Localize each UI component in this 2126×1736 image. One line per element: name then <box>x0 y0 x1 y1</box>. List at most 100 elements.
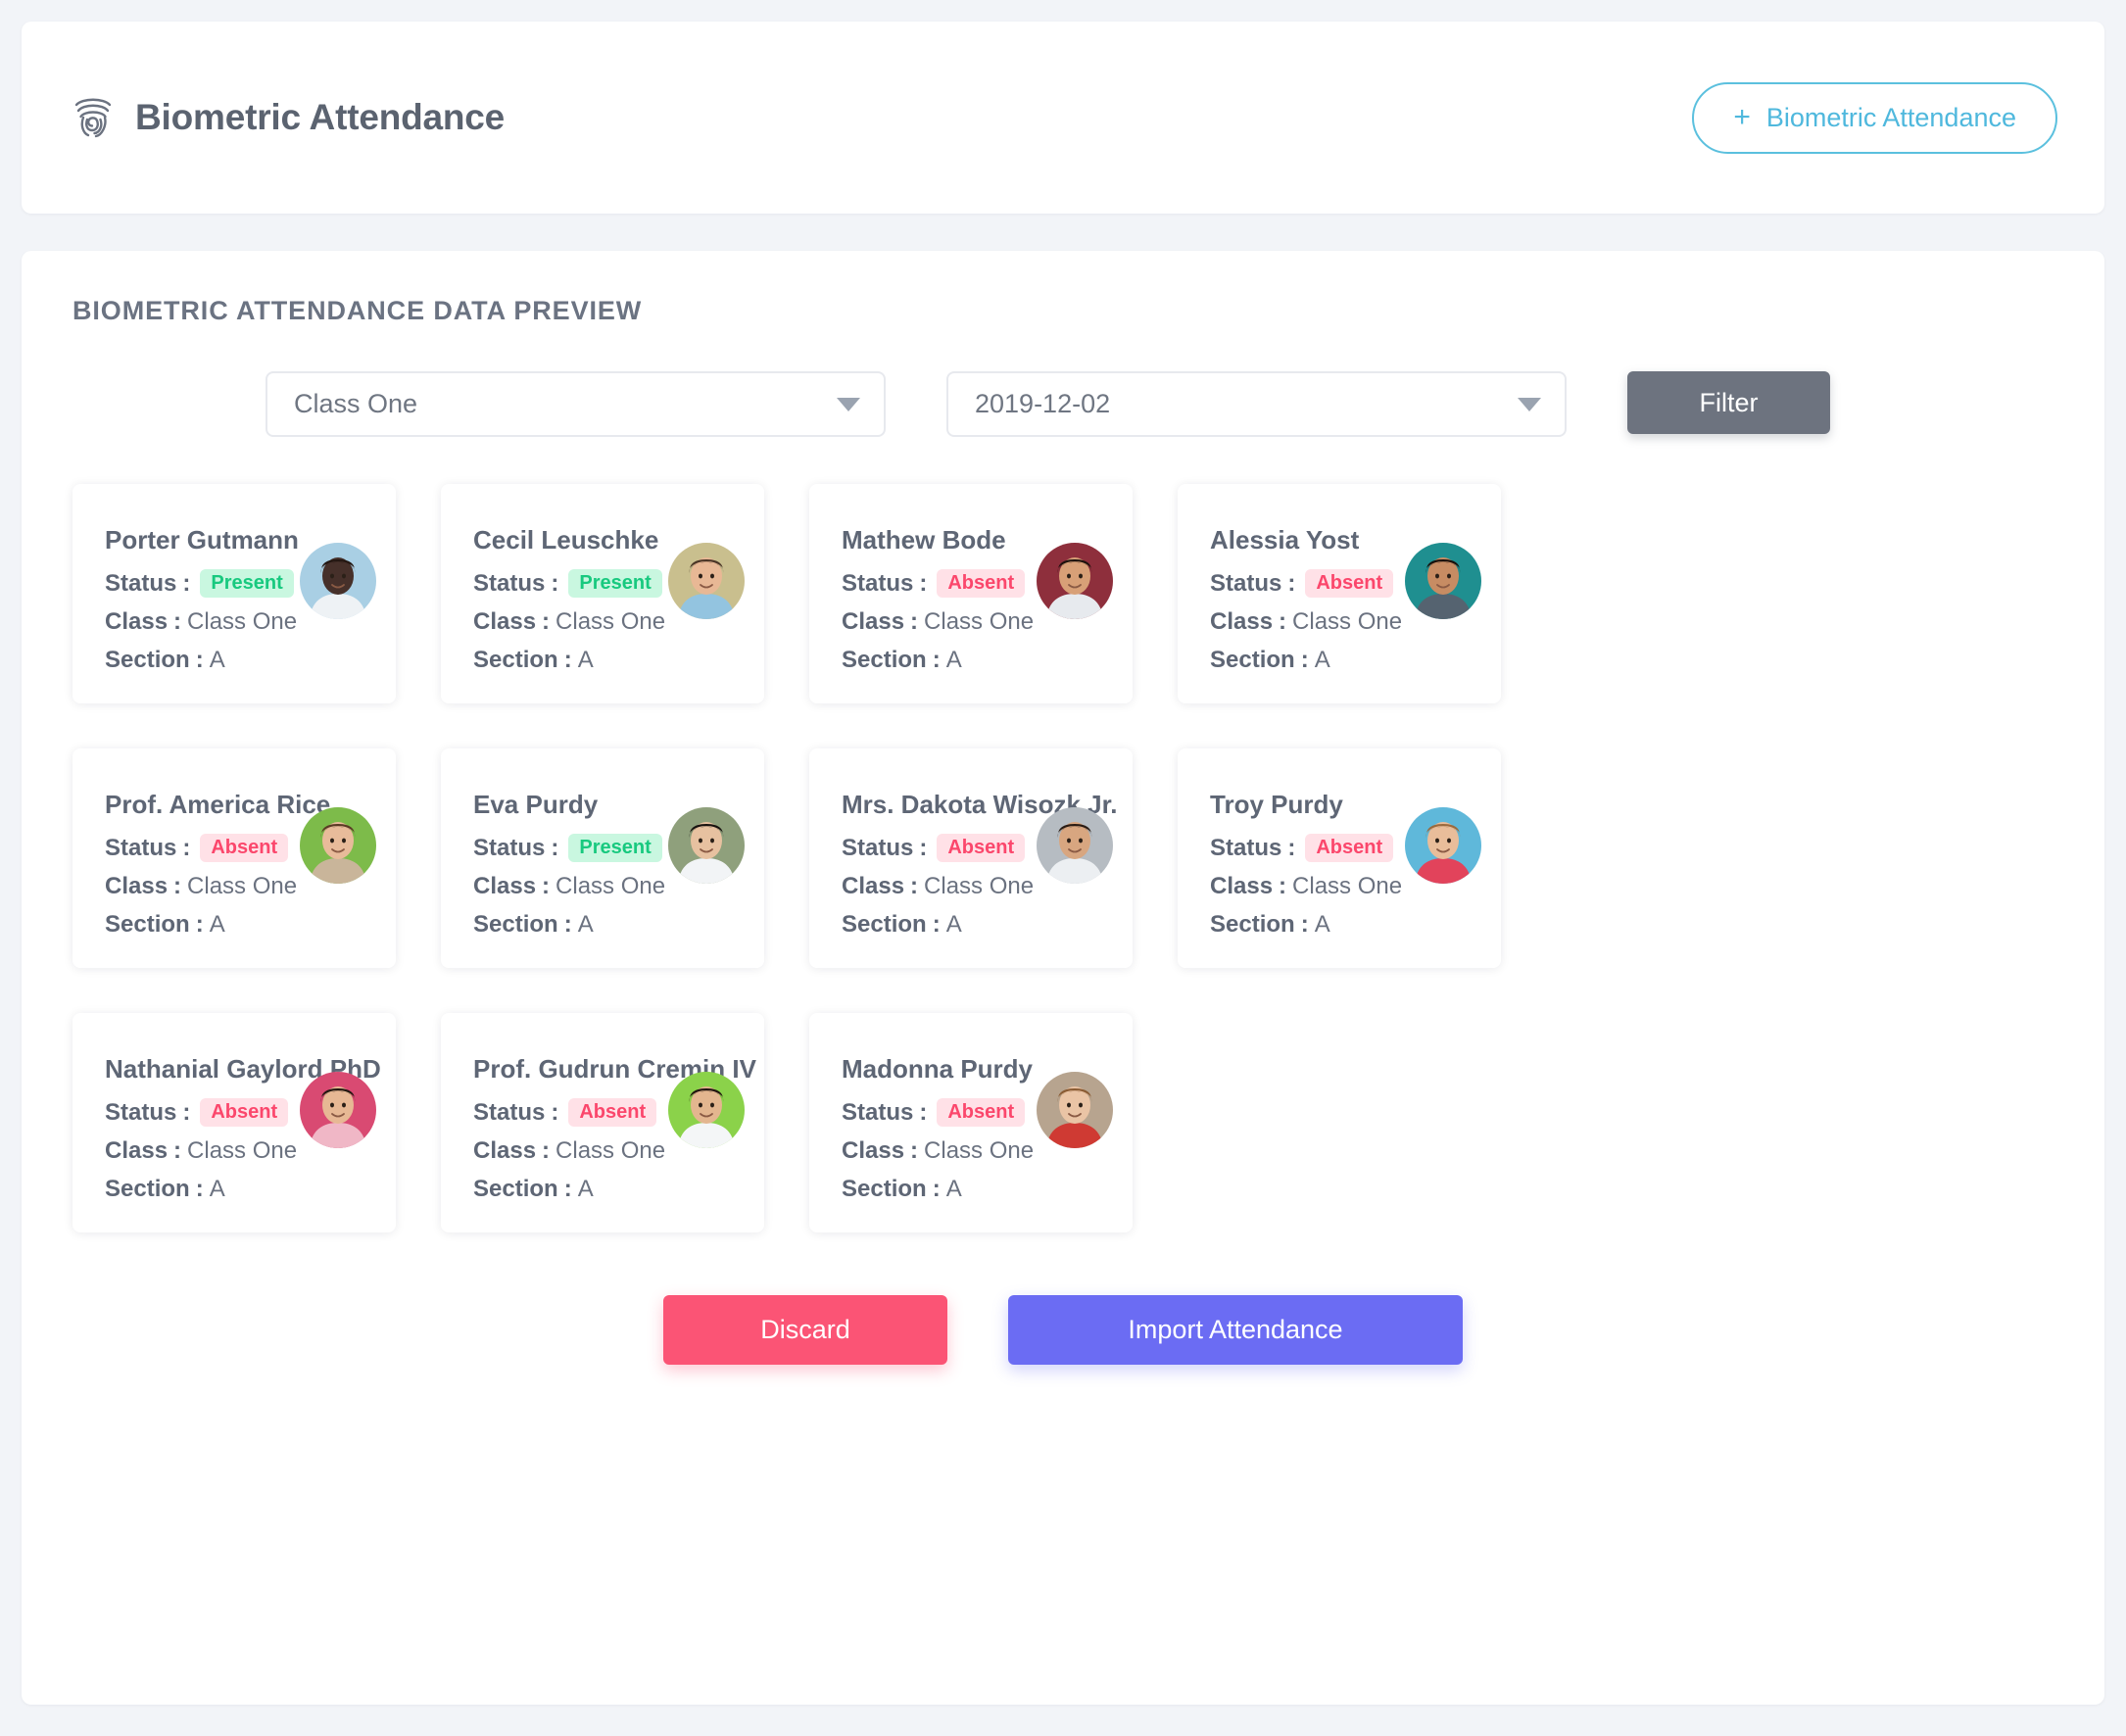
student-section-line: Section : A <box>1210 647 1475 674</box>
section-value: A <box>946 647 962 674</box>
class-value: Class One <box>187 608 297 636</box>
section-separator: : <box>564 647 572 674</box>
status-badge: Present <box>568 834 661 862</box>
status-badge: Absent <box>1305 569 1393 598</box>
class-value: Class One <box>924 1137 1034 1165</box>
section-separator: : <box>564 1176 572 1203</box>
class-value: Class One <box>1292 608 1402 636</box>
import-attendance-button[interactable]: Import Attendance <box>1008 1295 1463 1365</box>
class-value: Class One <box>556 1137 665 1165</box>
avatar <box>668 807 745 884</box>
student-section-line: Section : A <box>105 647 370 674</box>
section-separator: : <box>1301 647 1309 674</box>
student-card[interactable]: Cecil Leuschke Status : Present Class : … <box>441 484 764 703</box>
student-card[interactable]: Eva Purdy Status : Present Class : Class… <box>441 748 764 968</box>
date-select[interactable]: 2019-12-02 <box>946 371 1567 437</box>
student-section-line: Section : A <box>473 1176 739 1203</box>
page-header: Biometric Attendance + Biometric Attenda… <box>22 22 2104 214</box>
student-card[interactable]: Mathew Bode Status : Absent Class : Clas… <box>809 484 1133 703</box>
section-label: Section <box>105 647 190 674</box>
filter-row: Class One 2019-12-02 Filter <box>72 371 2054 437</box>
avatar <box>300 543 376 619</box>
class-separator: : <box>542 873 550 900</box>
class-value: Class One <box>556 873 665 900</box>
class-label: Class <box>842 608 904 636</box>
avatar <box>300 1072 376 1148</box>
student-card[interactable]: Madonna Purdy Status : Absent Class : Cl… <box>809 1013 1133 1232</box>
class-value: Class One <box>187 873 297 900</box>
footer-actions: Discard Import Attendance <box>72 1295 2054 1365</box>
class-label: Class <box>105 608 168 636</box>
class-label: Class <box>1210 608 1273 636</box>
status-badge: Present <box>200 569 293 598</box>
avatar <box>1037 1072 1113 1148</box>
section-value: A <box>578 1176 594 1203</box>
status-label: Status <box>842 1099 913 1127</box>
student-section-line: Section : A <box>105 911 370 939</box>
class-select[interactable]: Class One <box>266 371 886 437</box>
status-badge: Absent <box>200 1098 288 1127</box>
section-label: Section <box>105 1176 190 1203</box>
section-value: A <box>210 647 225 674</box>
status-badge: Absent <box>1305 834 1393 862</box>
avatar <box>300 807 376 884</box>
avatar <box>1037 543 1113 619</box>
class-separator: : <box>910 608 918 636</box>
section-value: A <box>210 1176 225 1203</box>
section-label: Section <box>473 1176 558 1203</box>
status-separator: : <box>1287 835 1295 862</box>
status-label: Status <box>842 570 913 598</box>
add-biometric-attendance-button[interactable]: + Biometric Attendance <box>1692 82 2057 154</box>
status-separator: : <box>182 835 190 862</box>
status-badge: Absent <box>937 1098 1025 1127</box>
student-card[interactable]: Alessia Yost Status : Absent Class : Cla… <box>1178 484 1501 703</box>
data-preview-panel: BIOMETRIC ATTENDANCE DATA PREVIEW Class … <box>22 251 2104 1705</box>
section-label: Section <box>1210 647 1295 674</box>
status-separator: : <box>919 835 927 862</box>
filter-button[interactable]: Filter <box>1627 371 1830 434</box>
class-label: Class <box>105 1137 168 1165</box>
chevron-down-icon <box>837 398 860 411</box>
class-label: Class <box>842 1137 904 1165</box>
section-label: Section <box>842 1176 927 1203</box>
class-separator: : <box>1279 608 1286 636</box>
student-card[interactable]: Mrs. Dakota Wisozk Jr. Status : Absent C… <box>809 748 1133 968</box>
class-value: Class One <box>556 608 665 636</box>
class-value: Class One <box>924 873 1034 900</box>
section-separator: : <box>1301 911 1309 939</box>
section-title: BIOMETRIC ATTENDANCE DATA PREVIEW <box>72 296 2054 326</box>
student-card-grid: Porter Gutmann Status : Present Class : … <box>72 484 2054 1232</box>
section-separator: : <box>196 647 204 674</box>
section-label: Section <box>842 647 927 674</box>
class-value: Class One <box>1292 873 1402 900</box>
student-card[interactable]: Prof. America Rice Status : Absent Class… <box>72 748 396 968</box>
status-separator: : <box>551 1099 558 1127</box>
section-separator: : <box>196 911 204 939</box>
discard-button[interactable]: Discard <box>663 1295 947 1365</box>
avatar <box>1405 543 1481 619</box>
chevron-down-icon <box>1518 398 1541 411</box>
section-label: Section <box>842 911 927 939</box>
status-label: Status <box>1210 570 1281 598</box>
student-section-line: Section : A <box>842 1176 1107 1203</box>
class-separator: : <box>1279 873 1286 900</box>
avatar <box>1037 807 1113 884</box>
student-card[interactable]: Porter Gutmann Status : Present Class : … <box>72 484 396 703</box>
student-card[interactable]: Troy Purdy Status : Absent Class : Class… <box>1178 748 1501 968</box>
section-label: Section <box>1210 911 1295 939</box>
section-value: A <box>578 647 594 674</box>
status-label: Status <box>105 1099 176 1127</box>
app-page: Biometric Attendance + Biometric Attenda… <box>0 0 2126 1736</box>
status-separator: : <box>182 570 190 598</box>
section-label: Section <box>473 647 558 674</box>
section-value: A <box>946 1176 962 1203</box>
student-card[interactable]: Prof. Gudrun Cremin IV Status : Absent C… <box>441 1013 764 1232</box>
status-label: Status <box>1210 835 1281 862</box>
status-badge: Absent <box>937 834 1025 862</box>
section-separator: : <box>933 911 941 939</box>
status-label: Status <box>105 835 176 862</box>
class-separator: : <box>910 873 918 900</box>
student-card[interactable]: Nathanial Gaylord PhD Status : Absent Cl… <box>72 1013 396 1232</box>
avatar <box>1405 807 1481 884</box>
class-label: Class <box>1210 873 1273 900</box>
